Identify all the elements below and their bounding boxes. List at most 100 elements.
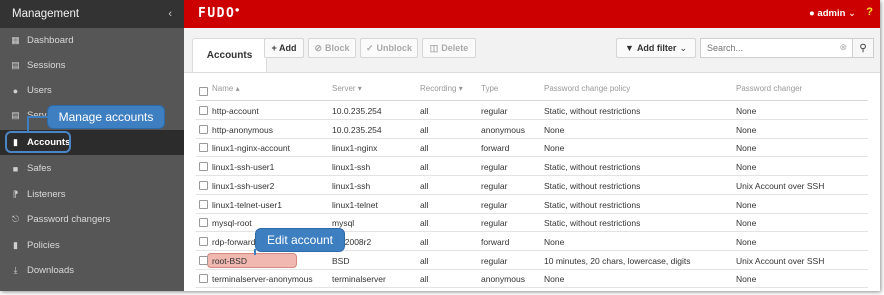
table-row[interactable]: linux1-ssh-user1 linux1-ssh all regular Stat…: [196, 157, 868, 177]
table-row[interactable]: root-BSD BSD all regular 10 minutes, 20 char…: [196, 251, 868, 270]
sidebar-item-label: Policies: [27, 240, 60, 251]
safe-icon: ■: [12, 163, 19, 174]
clear-icon[interactable]: ⊗: [839, 42, 847, 53]
cell-recording: all: [420, 180, 429, 191]
cell-name[interactable]: linux1-telnet-user1: [212, 200, 282, 210]
row-checkbox[interactable]: [199, 274, 208, 284]
select-all-checkbox[interactable]: [199, 87, 208, 96]
search-box: ⊗: [700, 38, 854, 58]
row-checkbox[interactable]: [199, 199, 208, 209]
cell-name[interactable]: mysql-root: [212, 218, 252, 228]
cell-type: regular: [481, 199, 508, 210]
sidebar-item-policies[interactable]: ▮ Policies: [0, 233, 184, 258]
cell-type: regular: [481, 162, 508, 173]
cell-type: forward: [481, 143, 510, 154]
cell-type: anonymous: [481, 274, 525, 285]
column-header-changer[interactable]: Password changer: [736, 84, 802, 93]
sidebar-item-users[interactable]: ● Users: [0, 78, 184, 103]
sidebar-item-safes[interactable]: ■ Safes: [0, 156, 184, 181]
sidebar-item-label: Password changers: [27, 214, 111, 225]
sidebar-item-listeners[interactable]: ⁋ Listeners: [0, 182, 184, 207]
cell-name[interactable]: http-account: [212, 106, 259, 116]
sidebar-item-label: Sessions: [27, 60, 66, 71]
cell-changer: None: [736, 106, 757, 116]
film-icon: ▤: [11, 60, 20, 70]
app-window: Management ‹ ▦ Dashboard ▤ Sessions ● Us…: [0, 0, 880, 291]
table-row[interactable]: linux1-nginx-account linux1-nginx all forwa…: [196, 138, 868, 158]
table-row[interactable]: http-anonymous 10.0.235.254 all anonymous No…: [196, 120, 868, 139]
add-button[interactable]: + Add: [264, 38, 304, 58]
sidebar-item-sessions[interactable]: ▤ Sessions: [0, 53, 184, 78]
row-checkbox[interactable]: [199, 124, 208, 134]
add-filter-button[interactable]: ▼ Add filter ⌄: [616, 38, 696, 58]
cell-type: regular: [481, 255, 508, 266]
cell-name[interactable]: linux1-ssh-user2: [212, 181, 274, 191]
cell-name[interactable]: root-BSD: [212, 256, 247, 266]
table-row[interactable]: http-account 10.0.235.254 all regular Static…: [196, 101, 868, 120]
cell-policy: Static, without restrictions: [544, 180, 641, 191]
row-checkbox[interactable]: [199, 236, 208, 246]
sidebar-item-dashboard[interactable]: ▦ Dashboard: [0, 28, 184, 53]
sidebar-item-downloads[interactable]: ⤓ Downloads: [0, 258, 184, 283]
top-bar: FUDO● ● admin ⌄ ?: [184, 0, 880, 28]
chevron-down-icon: ⌄: [848, 8, 856, 19]
row-checkbox[interactable]: [199, 180, 208, 190]
table-row[interactable]: linux1-telnet-user1 linux1-telnet all regul…: [196, 195, 868, 214]
cell-policy: Static, without restrictions: [544, 162, 641, 173]
cell-name[interactable]: terminalserver-anonymous: [212, 274, 313, 284]
cell-recording: all: [420, 274, 429, 285]
check-circle-icon: ✓: [365, 42, 374, 53]
column-header-name[interactable]: Name ▴: [212, 84, 240, 93]
user-menu[interactable]: ● admin ⌄: [809, 8, 856, 19]
cell-changer: None: [736, 124, 757, 135]
sitemap-icon: ⎋: [11, 214, 20, 224]
cell-recording: all: [420, 199, 429, 210]
cell-type: anonymous: [481, 124, 525, 135]
table-row[interactable]: linux1-ssh-user2 linux1-ssh all regular Stat…: [196, 176, 868, 195]
row-checkbox[interactable]: [199, 255, 208, 265]
cell-name[interactable]: linux1-nginx-account: [212, 143, 290, 153]
unblock-button[interactable]: ✓ Unblock: [360, 38, 418, 58]
tab-accounts[interactable]: Accounts: [192, 38, 267, 72]
cell-policy: None: [544, 143, 565, 154]
fudo-logo: FUDO●: [198, 6, 241, 21]
block-icon: ⊘: [314, 42, 323, 53]
search-button[interactable]: ⚲: [852, 38, 874, 58]
column-header-type[interactable]: Type: [481, 84, 498, 93]
column-header-policy[interactable]: Password change policy: [544, 84, 630, 93]
row-checkbox[interactable]: [199, 143, 208, 153]
cell-recording: all: [420, 143, 429, 154]
callout-pointer: [27, 116, 29, 132]
cell-name[interactable]: linux1-ssh-user1: [212, 162, 274, 172]
search-input[interactable]: [707, 43, 827, 53]
cell-type: regular: [481, 218, 508, 229]
sidebar-item-label: Dashboard: [27, 35, 74, 46]
sidebar-item-password-changers[interactable]: ⎋ Password changers: [0, 207, 184, 232]
column-header-server[interactable]: Server ▾: [332, 84, 362, 93]
user-name: admin: [817, 8, 846, 19]
delete-button[interactable]: ◫ Delete: [422, 38, 476, 58]
row-checkbox[interactable]: [199, 106, 208, 115]
cell-name[interactable]: http-anonymous: [212, 125, 273, 135]
cell-recording: all: [420, 218, 429, 229]
shield-icon: ▮: [13, 240, 18, 250]
cell-name[interactable]: rdp-forward: [212, 237, 255, 247]
table-row[interactable]: terminalserver-anonymous terminalserver al…: [196, 269, 868, 289]
cell-policy: 10 minutes, 20 chars, lowercase, digits: [544, 255, 691, 266]
cell-recording: all: [420, 124, 429, 135]
chevron-left-icon[interactable]: ‹: [168, 8, 172, 20]
row-checkbox[interactable]: [199, 162, 208, 172]
help-button[interactable]: ?: [866, 6, 873, 18]
block-button[interactable]: ⊘ Block: [308, 38, 356, 58]
cell-server: linux1-telnet: [332, 199, 378, 210]
chevron-down-icon: ⌄: [679, 42, 687, 53]
column-header-recording[interactable]: Recording ▾: [420, 84, 463, 93]
active-item-highlight: [5, 131, 71, 153]
callout-manage-accounts: Manage accounts: [48, 106, 164, 128]
row-checkbox[interactable]: [199, 218, 208, 228]
trash-icon: ◫: [429, 42, 439, 53]
cell-type: forward: [481, 236, 510, 247]
cell-recording: all: [420, 236, 429, 247]
filter-icon: ▼: [625, 43, 634, 53]
sidebar-item-label: Safes: [27, 163, 52, 174]
